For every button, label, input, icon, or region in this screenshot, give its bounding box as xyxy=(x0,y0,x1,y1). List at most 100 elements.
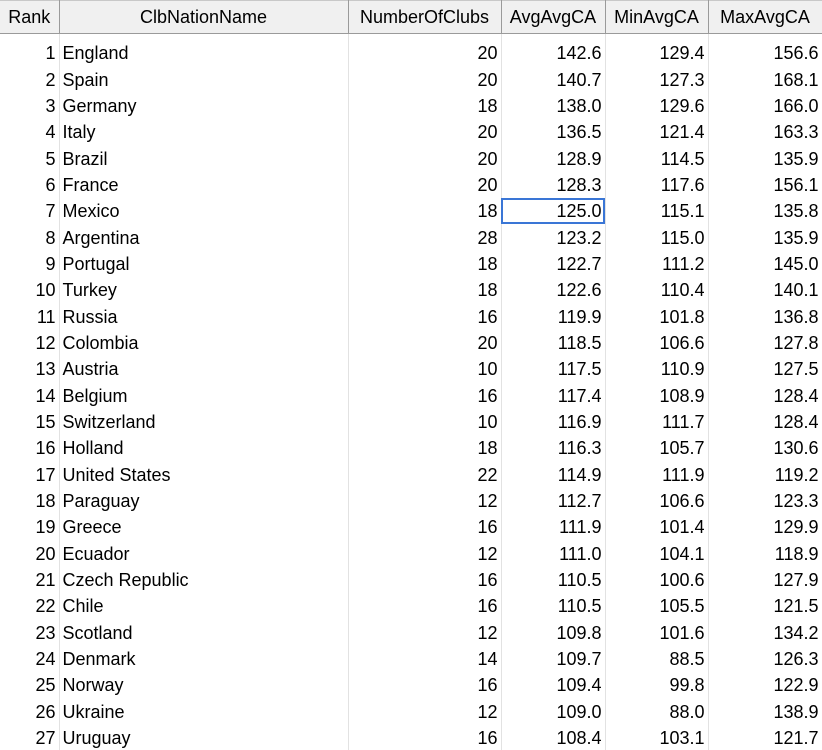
cell-max-avg-ca[interactable]: 138.9 xyxy=(708,698,822,725)
cell-avg-avg-ca[interactable]: 111.0 xyxy=(501,540,606,567)
column-header-nation[interactable]: ClbNationName xyxy=(59,0,349,34)
cell-rank[interactable]: 12 xyxy=(0,329,60,357)
cell-avg-avg-ca[interactable]: 119.9 xyxy=(501,303,606,330)
cell-max-avg-ca[interactable]: 121.5 xyxy=(708,593,822,620)
cell-avg-avg-ca[interactable]: 122.6 xyxy=(501,277,606,304)
cell-rank[interactable]: 27 xyxy=(0,724,60,750)
cell-min-avg-ca[interactable]: 121.4 xyxy=(605,119,709,146)
cell-min-avg-ca[interactable]: 88.0 xyxy=(605,698,709,725)
cell-min-avg-ca[interactable]: 88.5 xyxy=(605,645,709,673)
cell-number-of-clubs[interactable]: 12 xyxy=(348,619,502,646)
cell-max-avg-ca[interactable]: 140.1 xyxy=(708,277,822,304)
cell-number-of-clubs[interactable]: 20 xyxy=(348,66,502,93)
column-header-avg-avg-ca[interactable]: AvgAvgCA xyxy=(501,0,606,34)
cell-avg-avg-ca[interactable]: 116.3 xyxy=(501,435,606,462)
cell-number-of-clubs[interactable]: 18 xyxy=(348,435,502,462)
cell-min-avg-ca[interactable]: 106.6 xyxy=(605,329,709,357)
cell-min-avg-ca[interactable]: 101.6 xyxy=(605,619,709,646)
cell-max-avg-ca[interactable]: 135.8 xyxy=(708,198,822,225)
cell-avg-avg-ca[interactable]: 117.4 xyxy=(501,382,606,409)
cell-max-avg-ca[interactable]: 123.3 xyxy=(708,487,822,515)
cell-number-of-clubs[interactable]: 18 xyxy=(348,250,502,278)
cell-rank[interactable]: 22 xyxy=(0,593,60,620)
cell-max-avg-ca[interactable]: 128.4 xyxy=(708,408,822,436)
cell-min-avg-ca[interactable]: 103.1 xyxy=(605,724,709,750)
cell-number-of-clubs[interactable]: 12 xyxy=(348,698,502,725)
cell-avg-avg-ca[interactable]: 138.0 xyxy=(501,92,606,120)
cell-number-of-clubs[interactable]: 16 xyxy=(348,303,502,330)
cell-min-avg-ca[interactable]: 117.6 xyxy=(605,171,709,199)
cell-number-of-clubs[interactable]: 20 xyxy=(348,329,502,357)
cell-rank[interactable]: 24 xyxy=(0,645,60,673)
cell-max-avg-ca[interactable]: 136.8 xyxy=(708,303,822,330)
column-header-number-of-clubs[interactable]: NumberOfClubs xyxy=(348,0,502,34)
cell-max-avg-ca[interactable]: 121.7 xyxy=(708,724,822,750)
cell-min-avg-ca[interactable]: 114.5 xyxy=(605,145,709,172)
cell-avg-avg-ca[interactable]: 108.4 xyxy=(501,724,606,750)
column-header-min-avg-ca[interactable]: MinAvgCA xyxy=(605,0,709,34)
cell-max-avg-ca[interactable]: 135.9 xyxy=(708,224,822,251)
cell-max-avg-ca[interactable]: 129.9 xyxy=(708,514,822,541)
cell-number-of-clubs[interactable]: 16 xyxy=(348,566,502,594)
cell-max-avg-ca[interactable]: 130.6 xyxy=(708,435,822,462)
column-header-max-avg-ca[interactable]: MaxAvgCA xyxy=(708,0,822,34)
cell-nation[interactable]: Greece xyxy=(59,514,349,541)
cell-number-of-clubs[interactable]: 14 xyxy=(348,645,502,673)
cell-min-avg-ca[interactable]: 111.7 xyxy=(605,408,709,436)
cell-number-of-clubs[interactable]: 16 xyxy=(348,724,502,750)
cell-min-avg-ca[interactable]: 100.6 xyxy=(605,566,709,594)
cell-nation[interactable]: Spain xyxy=(59,66,349,93)
cell-min-avg-ca[interactable]: 127.3 xyxy=(605,66,709,93)
cell-number-of-clubs[interactable]: 16 xyxy=(348,672,502,699)
cell-rank[interactable]: 8 xyxy=(0,224,60,251)
cell-max-avg-ca[interactable]: 122.9 xyxy=(708,672,822,699)
cell-nation[interactable]: Colombia xyxy=(59,329,349,357)
cell-min-avg-ca[interactable]: 115.1 xyxy=(605,198,709,225)
cell-nation[interactable]: Turkey xyxy=(59,277,349,304)
cell-min-avg-ca[interactable]: 110.9 xyxy=(605,356,709,383)
cell-number-of-clubs[interactable]: 20 xyxy=(348,119,502,146)
cell-max-avg-ca[interactable]: 156.1 xyxy=(708,171,822,199)
cell-avg-avg-ca[interactable]: 109.7 xyxy=(501,645,606,673)
cell-number-of-clubs[interactable]: 18 xyxy=(348,277,502,304)
cell-number-of-clubs[interactable]: 28 xyxy=(348,224,502,251)
cell-avg-avg-ca[interactable]: 109.8 xyxy=(501,619,606,646)
cell-rank[interactable]: 20 xyxy=(0,540,60,567)
cell-number-of-clubs[interactable]: 16 xyxy=(348,593,502,620)
cell-avg-avg-ca[interactable]: 128.9 xyxy=(501,145,606,172)
cell-rank[interactable]: 23 xyxy=(0,619,60,646)
cell-max-avg-ca[interactable]: 134.2 xyxy=(708,619,822,646)
cell-nation[interactable]: Scotland xyxy=(59,619,349,646)
cell-number-of-clubs[interactable]: 16 xyxy=(348,382,502,409)
cell-max-avg-ca[interactable]: 166.0 xyxy=(708,92,822,120)
cell-min-avg-ca[interactable]: 108.9 xyxy=(605,382,709,409)
cell-min-avg-ca[interactable]: 129.6 xyxy=(605,92,709,120)
cell-max-avg-ca[interactable]: 156.6 xyxy=(708,40,822,67)
cell-number-of-clubs[interactable]: 16 xyxy=(348,514,502,541)
cell-max-avg-ca[interactable]: 127.9 xyxy=(708,566,822,594)
cell-avg-avg-ca[interactable]: 123.2 xyxy=(501,224,606,251)
cell-avg-avg-ca[interactable]: 109.4 xyxy=(501,672,606,699)
cell-max-avg-ca[interactable]: 145.0 xyxy=(708,250,822,278)
cell-min-avg-ca[interactable]: 111.2 xyxy=(605,250,709,278)
column-header-rank[interactable]: Rank xyxy=(0,0,60,34)
cell-min-avg-ca[interactable]: 105.5 xyxy=(605,593,709,620)
cell-rank[interactable]: 1 xyxy=(0,40,60,67)
cell-number-of-clubs[interactable]: 12 xyxy=(348,487,502,515)
cell-nation[interactable]: Argentina xyxy=(59,224,349,251)
cell-min-avg-ca[interactable]: 111.9 xyxy=(605,461,709,488)
cell-nation[interactable]: France xyxy=(59,171,349,199)
cell-avg-avg-ca[interactable]: 142.6 xyxy=(501,40,606,67)
cell-min-avg-ca[interactable]: 99.8 xyxy=(605,672,709,699)
cell-rank[interactable]: 3 xyxy=(0,92,60,120)
cell-avg-avg-ca[interactable]: 118.5 xyxy=(501,329,606,357)
cell-max-avg-ca[interactable]: 135.9 xyxy=(708,145,822,172)
cell-max-avg-ca[interactable]: 118.9 xyxy=(708,540,822,567)
cell-rank[interactable]: 4 xyxy=(0,119,60,146)
cell-nation[interactable]: Switzerland xyxy=(59,408,349,436)
cell-min-avg-ca[interactable]: 106.6 xyxy=(605,487,709,515)
cell-rank[interactable]: 6 xyxy=(0,171,60,199)
cell-max-avg-ca[interactable]: 168.1 xyxy=(708,66,822,93)
cell-avg-avg-ca[interactable]: 112.7 xyxy=(501,487,606,515)
cell-rank[interactable]: 14 xyxy=(0,382,60,409)
